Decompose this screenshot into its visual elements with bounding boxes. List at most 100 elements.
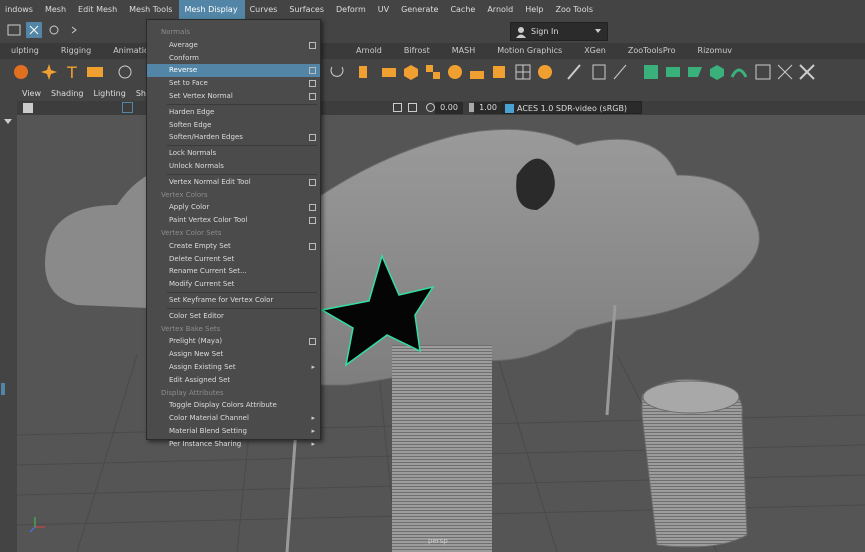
shelf-tab-rizomuv[interactable]: Rizomuv — [687, 43, 743, 59]
wireframe-icon[interactable] — [122, 102, 133, 113]
star-icon[interactable] — [40, 63, 58, 81]
pen-icon[interactable] — [566, 63, 584, 81]
text-icon[interactable]: T — [64, 63, 82, 82]
uv-icon[interactable] — [536, 63, 554, 81]
menu-item-apply-color[interactable]: Apply Color — [147, 201, 320, 214]
exposure-icon[interactable] — [426, 103, 435, 112]
dots-icon[interactable] — [754, 63, 772, 81]
menu-item-set-to-face[interactable]: Set to Face — [147, 77, 320, 90]
menu-generate[interactable]: Generate — [396, 0, 445, 19]
menu-item-create-empty-set[interactable]: Create Empty Set — [147, 240, 320, 253]
option-box-icon[interactable] — [309, 67, 316, 75]
menu-mesh-display[interactable]: Mesh Display — [179, 0, 245, 19]
exposure-field[interactable]: 0.00 — [435, 102, 463, 114]
green-shape-4-icon[interactable] — [708, 63, 726, 81]
select-mode-icon[interactable] — [6, 22, 22, 38]
shelf-tab-motion-graphics[interactable]: Motion Graphics — [486, 43, 573, 59]
menu-uv[interactable]: UV — [373, 0, 396, 19]
resolution-gate-icon[interactable] — [393, 103, 402, 112]
menu-item-set-vertex-normal[interactable]: Set Vertex Normal — [147, 90, 320, 103]
menu-surfaces[interactable]: Surfaces — [284, 0, 331, 19]
menu-item-vertex-normal-edit-tool[interactable]: Vertex Normal Edit Tool — [147, 176, 320, 189]
option-box-icon[interactable] — [309, 242, 316, 250]
menu-arnold[interactable]: Arnold — [482, 0, 520, 19]
menu-item-harden-edge[interactable]: Harden Edge — [147, 106, 320, 119]
viewport-3d[interactable] — [17, 115, 865, 552]
sculpt-icon[interactable] — [116, 63, 134, 81]
shelf-tab-bifrost[interactable]: Bifrost — [393, 43, 441, 59]
menu-item-prelight-maya[interactable]: Prelight (Maya) — [147, 335, 320, 348]
color-space-select[interactable]: ACES 1.0 SDR-video (sRGB) — [502, 101, 642, 114]
menu-item-lock-normals[interactable]: Lock Normals — [147, 147, 320, 160]
menu-item-conform[interactable]: Conform — [147, 52, 320, 65]
extrude-icon[interactable] — [356, 63, 374, 81]
option-box-icon[interactable] — [309, 80, 316, 88]
frame-icon[interactable] — [590, 63, 608, 81]
menu-item-unlock-normals[interactable]: Unlock Normals — [147, 160, 320, 173]
viewport-menu-lighting[interactable]: Lighting — [88, 87, 130, 101]
green-shape-5-icon[interactable] — [730, 63, 748, 81]
menu-item-toggle-display-colors-attribute[interactable]: Toggle Display Colors Attribute — [147, 399, 320, 412]
option-box-icon[interactable] — [309, 178, 316, 186]
edit-icon[interactable] — [612, 63, 630, 81]
shelf-tab-rigging[interactable]: Rigging — [50, 43, 102, 59]
tool-marker-icon[interactable] — [1, 383, 5, 395]
menu-item-material-blend-setting[interactable]: Material Blend Setting ▸ — [147, 425, 320, 438]
menu-curves[interactable]: Curves — [245, 0, 285, 19]
object-mode-icon[interactable] — [26, 22, 42, 38]
combine-icon[interactable] — [424, 63, 442, 81]
menu-mesh[interactable]: Mesh — [40, 0, 73, 19]
menu-item-reverse[interactable]: Reverse — [147, 64, 320, 78]
sphere-icon[interactable] — [12, 63, 30, 81]
grid-toggle-icon[interactable] — [408, 103, 417, 112]
green-shape-3-icon[interactable] — [686, 63, 704, 81]
scissors-icon[interactable] — [798, 63, 816, 81]
green-shape-2-icon[interactable] — [664, 63, 682, 81]
grid-icon[interactable] — [514, 63, 532, 81]
menu-item-delete-current-set[interactable]: Delete Current Set — [147, 253, 320, 266]
menu-item-edit-assigned-set[interactable]: Edit Assigned Set — [147, 374, 320, 387]
shelf-tab-xgen[interactable]: XGen — [573, 43, 617, 59]
green-shape-1-icon[interactable] — [642, 63, 660, 81]
option-box-icon[interactable] — [309, 93, 316, 100]
shelf-tab-arnold[interactable]: Arnold — [345, 43, 393, 59]
separate-icon[interactable] — [468, 63, 486, 81]
option-box-icon[interactable] — [309, 338, 316, 346]
menu-cache[interactable]: Cache — [445, 0, 482, 19]
menu-item-modify-current-set[interactable]: Modify Current Set — [147, 278, 320, 291]
menu-edit-mesh[interactable]: Edit Mesh — [73, 0, 124, 19]
mirror-icon[interactable] — [328, 63, 346, 81]
menu-help[interactable]: Help — [520, 0, 550, 19]
gamma-field[interactable]: 1.00 — [474, 102, 502, 114]
menu-indows[interactable]: indows — [0, 0, 40, 19]
camera-icon[interactable] — [23, 103, 33, 113]
menu-item-color-material-channel[interactable]: Color Material Channel ▸ — [147, 412, 320, 425]
menu-item-soften-edge[interactable]: Soften Edge — [147, 119, 320, 132]
shelf-tab-zootoolspro[interactable]: ZooToolsPro — [617, 43, 687, 59]
option-box-icon[interactable] — [309, 41, 316, 49]
cube-icon[interactable] — [402, 63, 420, 81]
menu-zoo-tools[interactable]: Zoo Tools — [550, 0, 600, 19]
menu-mesh-tools[interactable]: Mesh Tools — [124, 0, 179, 19]
toolbox-arrow-icon[interactable] — [4, 119, 12, 124]
menu-item-set-keyframe-for-vertex-color[interactable]: Set Keyframe for Vertex Color — [147, 294, 320, 307]
sign-in-dropdown[interactable]: Sign In — [510, 22, 608, 41]
cross-icon[interactable] — [776, 63, 794, 81]
boolean-icon[interactable] — [490, 63, 508, 81]
menu-item-paint-vertex-color-tool[interactable]: Paint Vertex Color Tool — [147, 214, 320, 227]
expand-arrow-icon[interactable] — [66, 22, 82, 38]
menu-item-assign-new-set[interactable]: Assign New Set — [147, 348, 320, 361]
menu-deform[interactable]: Deform — [331, 0, 373, 19]
shelf-tab-ulpting[interactable]: ulpting — [0, 43, 50, 59]
menu-item-assign-existing-set[interactable]: Assign Existing Set ▸ — [147, 361, 320, 374]
viewport-menu-view[interactable]: View — [17, 87, 46, 101]
option-box-icon[interactable] — [309, 217, 316, 225]
viewport-menu-shading[interactable]: Shading — [46, 87, 89, 101]
component-mode-icon[interactable] — [46, 22, 62, 38]
menu-item-per-instance-sharing[interactable]: Per Instance Sharing ▸ — [147, 438, 320, 451]
menu-item-soften-harden-edges[interactable]: Soften/Harden Edges — [147, 131, 320, 144]
menu-item-color-set-editor[interactable]: Color Set Editor — [147, 310, 320, 323]
menu-item-average[interactable]: Average — [147, 39, 320, 52]
svg-icon[interactable] — [86, 63, 104, 81]
shelf-tab-mash[interactable]: MASH — [441, 43, 486, 59]
